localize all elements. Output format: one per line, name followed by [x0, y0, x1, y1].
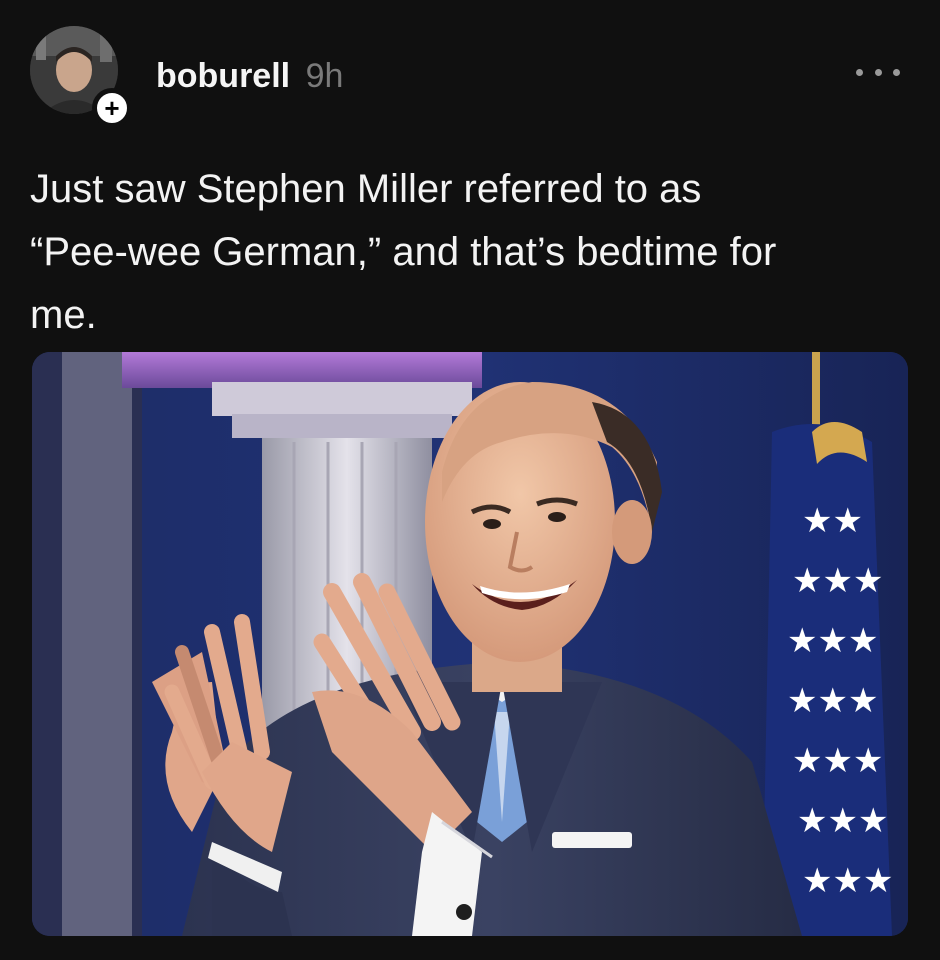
photo-press-briefing: ★★ ★★★ ★★★ ★★★ ★★★ ★★★ ★★★ — [32, 352, 908, 936]
svg-text:★★★: ★★★ — [787, 681, 878, 721]
svg-text:★★★: ★★★ — [797, 801, 888, 841]
plus-icon: + — [104, 93, 120, 123]
ellipsis-icon — [856, 68, 863, 76]
svg-text:★★: ★★ — [802, 501, 863, 541]
svg-text:★★★: ★★★ — [787, 621, 878, 661]
timestamp: 9h — [305, 57, 344, 95]
ellipsis-icon — [893, 68, 900, 76]
post-image[interactable]: ★★ ★★★ ★★★ ★★★ ★★★ ★★★ ★★★ — [32, 352, 908, 936]
svg-text:★★★: ★★★ — [792, 741, 883, 781]
post-header: + boburell 9h — [30, 26, 910, 128]
ellipsis-icon — [874, 68, 882, 76]
username[interactable]: boburell — [156, 57, 290, 95]
thread-post: + boburell 9h Just saw Stephen Miller re… — [0, 0, 940, 960]
post-meta: boburell 9h — [156, 56, 343, 96]
post-text: Just saw Stephen Miller referred to as “… — [30, 167, 777, 337]
svg-text:★★★: ★★★ — [802, 861, 893, 901]
more-options-button[interactable] — [856, 62, 900, 82]
svg-text:★★★: ★★★ — [792, 561, 883, 601]
follow-button[interactable]: + — [92, 88, 132, 128]
